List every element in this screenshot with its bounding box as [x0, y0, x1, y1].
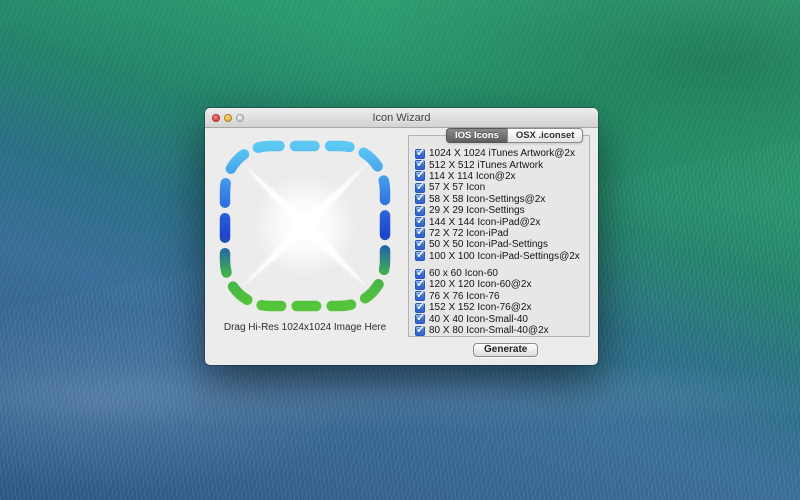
- icon-size-row[interactable]: 1024 X 1024 iTunes Artwork@2x: [415, 148, 583, 159]
- icon-size-row[interactable]: 72 X 72 Icon-iPad: [415, 228, 583, 239]
- icon-size-label: 80 X 80 Icon-Small-40@2x: [429, 325, 549, 336]
- zoom-button: [236, 114, 244, 122]
- icon-size-label: 114 X 114 Icon@2x: [429, 171, 516, 182]
- icon-size-label: 152 X 152 Icon-76@2x: [429, 302, 531, 313]
- icon-size-label: 72 X 72 Icon-iPad: [429, 228, 509, 239]
- icon-size-row[interactable]: 152 X 152 Icon-76@2x: [415, 302, 583, 313]
- icon-size-label: 40 X 40 Icon-Small-40: [429, 314, 528, 325]
- image-dropzone[interactable]: [217, 138, 393, 314]
- icon-size-row[interactable]: 58 X 58 Icon-Settings@2x: [415, 194, 583, 205]
- checkbox-checked-icon[interactable]: [415, 326, 425, 336]
- icon-size-row[interactable]: 144 X 144 Icon-iPad@2x: [415, 216, 583, 227]
- icon-size-label: 100 X 100 Icon-iPad-Settings@2x: [429, 251, 580, 262]
- icon-size-row[interactable]: 76 X 76 Icon-76: [415, 291, 583, 302]
- icon-size-row[interactable]: 100 X 100 Icon-iPad-Settings@2x: [415, 251, 583, 262]
- dropzone-dashed-border: [217, 138, 393, 314]
- icon-size-row[interactable]: 512 X 512 iTunes Artwork: [415, 159, 583, 170]
- title-bar[interactable]: Icon Wizard: [205, 108, 598, 128]
- dropzone-hint-label: Drag Hi-Res 1024x1024 Image Here: [207, 322, 403, 333]
- minimize-button[interactable]: [224, 114, 232, 122]
- icon-size-row[interactable]: 57 X 57 Icon: [415, 182, 583, 193]
- close-button[interactable]: [212, 114, 220, 122]
- icon-size-label: 60 x 60 Icon-60: [429, 268, 498, 279]
- icon-size-row[interactable]: 29 X 29 Icon-Settings: [415, 205, 583, 216]
- window-title: Icon Wizard: [205, 112, 598, 124]
- icon-size-row[interactable]: 120 X 120 Icon-60@2x: [415, 279, 583, 290]
- icon-wizard-window: Icon Wizard: [205, 108, 598, 365]
- icon-size-label: 1024 X 1024 iTunes Artwork@2x: [429, 148, 575, 159]
- generate-button[interactable]: Generate: [473, 343, 538, 357]
- icon-size-row[interactable]: 80 X 80 Icon-Small-40@2x: [415, 325, 583, 336]
- icon-size-label: 57 X 57 Icon: [429, 182, 485, 193]
- icon-size-label: 512 X 512 iTunes Artwork: [429, 160, 543, 171]
- icon-size-row[interactable]: 60 x 60 Icon-60: [415, 268, 583, 279]
- window-content: Drag Hi-Res 1024x1024 Image Here IOS Ico…: [205, 128, 598, 364]
- icon-size-label: 58 X 58 Icon-Settings@2x: [429, 194, 545, 205]
- tab-bar: IOS Icons OSX .iconset: [446, 128, 583, 143]
- tab-osx-iconset[interactable]: OSX .iconset: [507, 128, 584, 143]
- icon-size-label: 50 X 50 Icon-iPad-Settings: [429, 239, 548, 250]
- icon-size-row[interactable]: 114 X 114 Icon@2x: [415, 171, 583, 182]
- icon-size-label: 120 X 120 Icon-60@2x: [429, 279, 531, 290]
- checkbox-checked-icon[interactable]: [415, 251, 425, 261]
- icon-size-label: 76 X 76 Icon-76: [429, 291, 500, 302]
- icon-size-label: 144 X 144 Icon-iPad@2x: [429, 217, 540, 228]
- icon-size-row[interactable]: 50 X 50 Icon-iPad-Settings: [415, 239, 583, 250]
- icon-list-panel: 1024 X 1024 iTunes Artwork@2x 512 X 512 …: [408, 135, 590, 337]
- icon-size-row[interactable]: 40 X 40 Icon-Small-40: [415, 313, 583, 324]
- tab-ios-icons[interactable]: IOS Icons: [446, 128, 507, 143]
- icon-size-label: 29 X 29 Icon-Settings: [429, 205, 525, 216]
